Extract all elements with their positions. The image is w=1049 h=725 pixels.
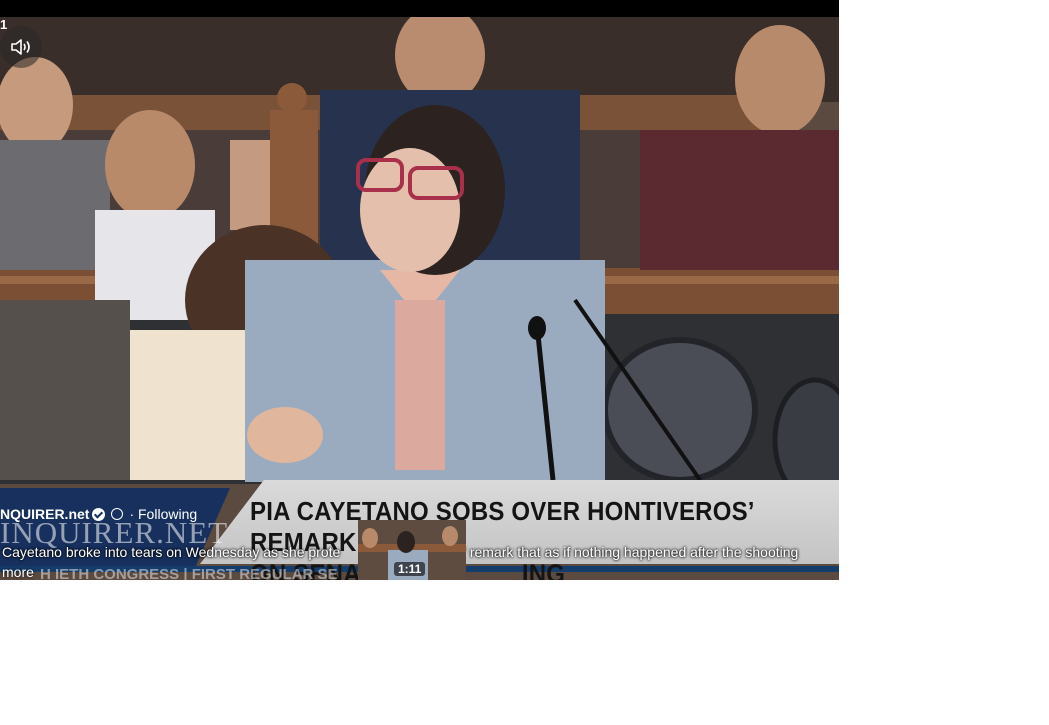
following-label[interactable]: · Following <box>129 506 197 522</box>
see-more-link[interactable]: more <box>2 564 34 580</box>
globe-icon <box>111 508 124 520</box>
caption-text: Cayetano broke into tears on Wednesday a… <box>2 544 341 560</box>
verified-badge-icon <box>92 508 106 521</box>
video-top-bar <box>0 0 839 17</box>
corner-glyph: 1 <box>0 17 8 32</box>
post-author: NQUIRER.net · Following <box>0 506 197 522</box>
caption-text-tail: s' remark that as if nothing happened af… <box>456 544 799 560</box>
headline-line-2-end: ING <box>521 559 566 580</box>
page-name-link[interactable]: NQUIRER.net <box>0 506 89 522</box>
thumbnail-duration: 1:11 <box>394 562 426 576</box>
video-thumbnail[interactable]: 1:11 <box>358 520 466 580</box>
mute-button[interactable] <box>0 26 42 68</box>
video-player[interactable]: 1 PIA CAYETANO SOBS OVER HONTIVEROS’ REM… <box>0 0 839 580</box>
ticker-text: H IETH CONGRESS | FIRST REGULAR SE <box>40 566 338 580</box>
volume-icon <box>11 39 30 55</box>
